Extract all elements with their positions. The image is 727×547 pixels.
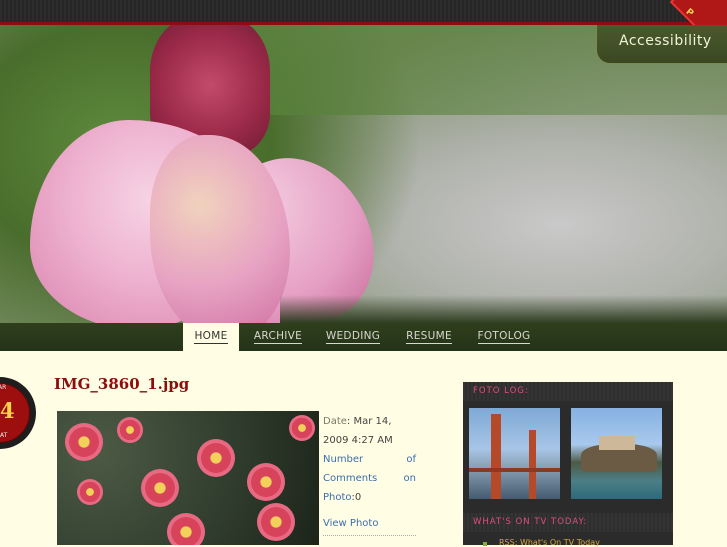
fotolog-heading: FOTO LOG: [463, 382, 673, 401]
accessibility-tab[interactable]: Accessibility [596, 25, 727, 64]
nav-archive[interactable]: ARCHIVE [245, 323, 311, 351]
rss-link[interactable]: RSS: What's On TV Today [499, 538, 600, 547]
rss-bullet-icon [483, 542, 487, 546]
nav-resume[interactable]: RESUME [398, 323, 460, 351]
nav-wedding-label: WEDDING [325, 330, 381, 344]
date-month: AR [0, 384, 7, 391]
post-metadata: Date: Mar 14, 2009 4:27 AM Number of Com… [323, 412, 416, 536]
fotolog-thumb-alcatraz[interactable] [571, 408, 662, 499]
comments-count: 0 [354, 492, 362, 503]
nav-fotolog[interactable]: FOTOLOG [471, 323, 537, 351]
nav-fotolog-label: FOTOLOG [477, 330, 531, 344]
tv-heading: WHAT'S ON TV TODAY: [463, 513, 673, 532]
comments-label[interactable]: Number of Comments on Photo [323, 454, 416, 503]
nav-wedding[interactable]: WEDDING [320, 323, 386, 351]
date-label: Date [323, 416, 347, 427]
date-day: 4 [0, 398, 15, 423]
fotolog-thumb-golden-gate[interactable] [469, 408, 560, 499]
main-navigation: HOME ARCHIVE WEDDING RESUME FOTOLOG [0, 323, 727, 351]
sidebar: FOTO LOG: WHAT'S ON TV TODAY: RSS: What'… [463, 382, 673, 547]
nav-resume-label: RESUME [406, 330, 452, 344]
date-weekday: AT [0, 432, 8, 439]
view-photo-link[interactable]: View Photo [323, 514, 416, 536]
post-title[interactable]: IMG_3860_1.jpg [54, 375, 189, 393]
nav-archive-label: ARCHIVE [253, 330, 303, 344]
post-photo[interactable] [57, 411, 319, 545]
accessibility-label: Accessibility [619, 33, 712, 49]
nav-home-label: HOME [194, 330, 228, 344]
nav-home[interactable]: HOME [183, 323, 239, 351]
header-banner-image [0, 25, 727, 323]
top-bar [0, 0, 727, 25]
